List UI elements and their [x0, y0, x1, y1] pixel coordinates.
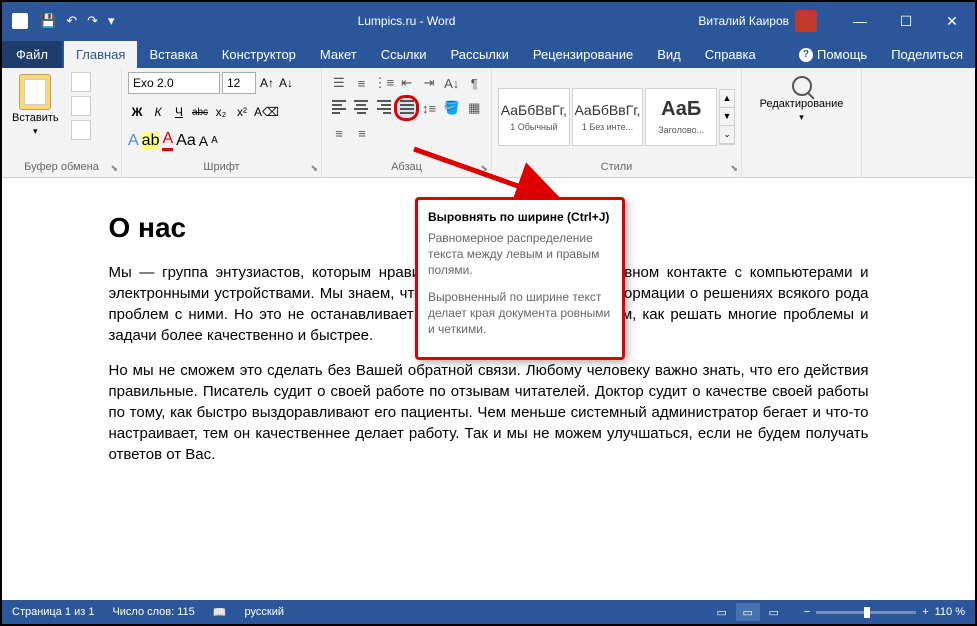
underline-button[interactable]: Ч — [170, 102, 188, 122]
change-case-button[interactable]: Aa — [176, 132, 196, 150]
text-effects-button[interactable]: A — [128, 132, 139, 150]
grow-font-button[interactable]: A↑ — [258, 72, 276, 94]
copy-icon[interactable] — [71, 96, 91, 116]
app-icon — [12, 13, 28, 29]
group-clipboard: Вставить ▾ Буфер обмена ⬊ — [2, 68, 122, 177]
tab-mailings[interactable]: Рассылки — [438, 41, 520, 68]
tab-review[interactable]: Рецензирование — [521, 41, 645, 68]
view-print-button[interactable]: ▭ — [736, 603, 760, 621]
doc-paragraph-2: Но мы не сможем это сделать без Вашей об… — [109, 360, 869, 465]
style-heading1[interactable]: АаБ Заголово... — [645, 88, 717, 146]
quick-access-toolbar: 💾 ↶ ↷ ▾ — [40, 13, 115, 29]
sort-button[interactable]: A↓ — [441, 72, 463, 94]
chevron-down-icon[interactable]: ▼ — [720, 108, 734, 126]
style-normal[interactable]: АаБбВвГг, 1 Обычный — [498, 88, 570, 146]
align-left-button[interactable] — [328, 97, 350, 119]
align-center-button[interactable] — [351, 97, 373, 119]
styles-launcher[interactable]: ⬊ — [730, 163, 738, 174]
status-words[interactable]: Число слов: 115 — [112, 606, 194, 618]
paste-icon — [19, 74, 51, 110]
tab-references[interactable]: Ссылки — [369, 41, 439, 68]
tooltip-justify: Выровнять по ширине (Ctrl+J) Равномерное… — [415, 197, 625, 360]
format-painter-icon[interactable] — [71, 120, 91, 140]
show-marks-button[interactable]: ¶ — [463, 72, 485, 94]
user-account[interactable]: Виталий Каиров — [698, 10, 817, 32]
close-button[interactable]: ✕ — [929, 2, 975, 40]
shading-button[interactable]: 🪣 — [441, 97, 463, 119]
zoom-value[interactable]: 110 % — [935, 606, 965, 618]
zoom-out-button[interactable]: − — [804, 606, 810, 618]
clear-format-button[interactable]: A⌫ — [254, 102, 279, 122]
shrink-font-button[interactable]: A↓ — [277, 72, 295, 94]
avatar — [795, 10, 817, 32]
group-label-clipboard: Буфер обмена — [8, 161, 115, 175]
borders-button[interactable]: ▦ — [463, 97, 485, 119]
tab-layout[interactable]: Макет — [308, 41, 369, 68]
zoom-slider[interactable] — [816, 611, 916, 614]
bigger-a[interactable]: A — [199, 133, 208, 149]
styles-expand-icon[interactable]: ⌄ — [720, 126, 734, 144]
smaller-a[interactable]: A — [211, 135, 218, 146]
font-size-combo[interactable] — [222, 72, 256, 94]
cut-icon[interactable] — [71, 72, 91, 92]
line-spacing-button[interactable]: ↕≡ — [418, 97, 440, 119]
tab-reference[interactable]: Справка — [693, 41, 768, 68]
clipboard-launcher[interactable]: ⬊ — [110, 163, 118, 174]
font-launcher[interactable]: ⬊ — [310, 163, 318, 174]
font-color-button[interactable]: A — [162, 130, 173, 151]
align-right-button[interactable] — [373, 97, 395, 119]
proofing-icon[interactable]: 📖 — [213, 606, 227, 619]
increase-indent-button[interactable]: ⇥ — [418, 72, 440, 94]
status-page[interactable]: Страница 1 из 1 — [12, 606, 94, 618]
bold-button[interactable]: Ж — [128, 102, 146, 122]
tab-home[interactable]: Главная — [64, 41, 137, 68]
search-icon[interactable] — [792, 76, 812, 96]
tab-help[interactable]: ?Помощь — [787, 41, 879, 68]
multilevel-button[interactable]: ⋮≡ — [373, 72, 395, 94]
style-no-spacing[interactable]: АаБбВвГг, 1 Без инте... — [572, 88, 644, 146]
group-label-font: Шрифт — [128, 161, 315, 175]
tab-file[interactable]: Файл — [2, 41, 62, 68]
paste-button[interactable]: Вставить ▾ — [8, 72, 63, 139]
statusbar: Страница 1 из 1 Число слов: 115 📖 русски… — [2, 600, 975, 624]
view-web-button[interactable]: ▭ — [762, 603, 786, 621]
chevron-up-icon[interactable]: ▲ — [720, 90, 734, 108]
group-font: A↑ A↓ Ж К Ч abc x₂ x² A⌫ A ab A Aa A A — [122, 68, 322, 177]
superscript-button[interactable]: x² — [233, 102, 251, 122]
justify-button[interactable] — [396, 97, 418, 119]
tooltip-description-1: Равномерное распределение текста между л… — [428, 230, 612, 279]
styles-scroll[interactable]: ▲ ▼ ⌄ — [719, 89, 735, 145]
user-name: Виталий Каиров — [698, 14, 789, 28]
numbering-button[interactable]: ≡ — [351, 72, 373, 94]
para-extra1[interactable]: ≡ — [328, 122, 350, 144]
titlebar: 💾 ↶ ↷ ▾ Lumpics.ru - Word Виталий Каиров… — [2, 2, 975, 40]
tab-share[interactable]: Поделиться — [879, 41, 975, 68]
maximize-button[interactable]: ☐ — [883, 2, 929, 40]
subscript-button[interactable]: x₂ — [212, 102, 230, 122]
tooltip-title: Выровнять по ширине (Ctrl+J) — [428, 210, 612, 224]
tab-insert[interactable]: Вставка — [137, 41, 209, 68]
group-editing: Редактирование ▾ — [742, 68, 862, 177]
status-language[interactable]: русский — [245, 606, 284, 618]
para-extra2[interactable]: ≡ — [351, 122, 373, 144]
tab-design[interactable]: Конструктор — [210, 41, 308, 68]
minimize-button[interactable]: — — [837, 2, 883, 40]
tab-view[interactable]: Вид — [645, 41, 693, 68]
font-name-combo[interactable] — [128, 72, 220, 94]
save-icon[interactable]: 💾 — [40, 13, 56, 29]
editing-label[interactable]: Редактирование — [760, 98, 844, 110]
undo-icon[interactable]: ↶ — [66, 13, 77, 29]
window-title: Lumpics.ru - Word — [115, 14, 699, 28]
strike-button[interactable]: abc — [191, 102, 209, 122]
view-read-button[interactable]: ▭ — [710, 603, 734, 621]
tooltip-description-2: Выровненный по ширине текст делает края … — [428, 289, 612, 338]
redo-icon[interactable]: ↷ — [87, 13, 98, 29]
highlight-button[interactable]: ab — [142, 132, 160, 150]
bullets-button[interactable]: ☰ — [328, 72, 350, 94]
decrease-indent-button[interactable]: ⇤ — [396, 72, 418, 94]
italic-button[interactable]: К — [149, 102, 167, 122]
zoom-in-button[interactable]: + — [922, 606, 928, 618]
ribbon-tabs: Файл Главная Вставка Конструктор Макет С… — [2, 40, 975, 68]
